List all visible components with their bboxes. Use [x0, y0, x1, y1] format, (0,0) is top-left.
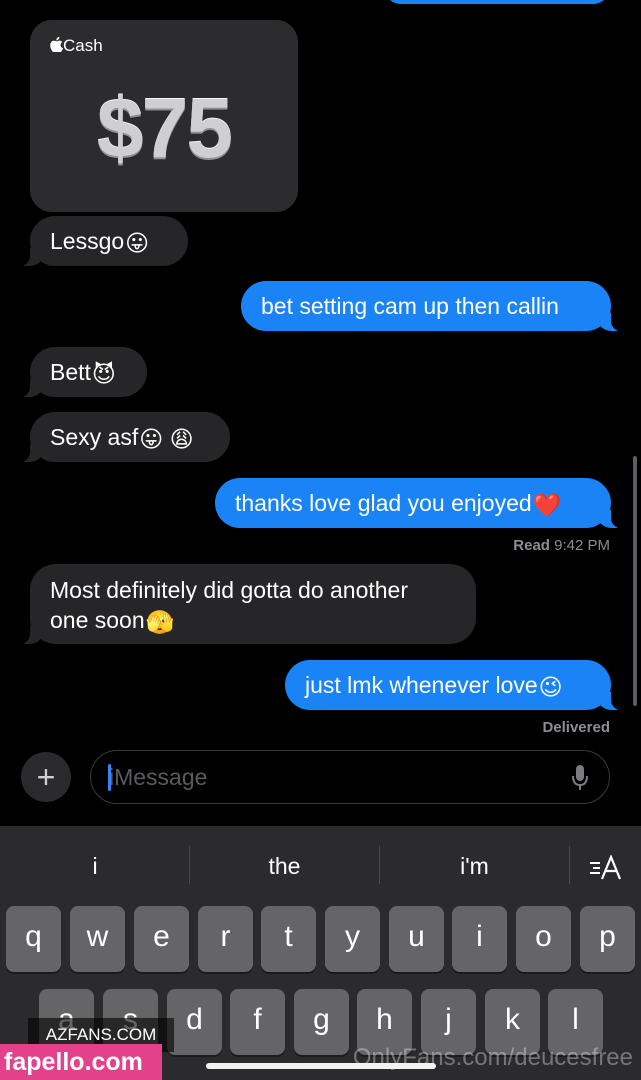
message-text: bet setting cam up then callin — [261, 293, 559, 319]
scroll-indicator[interactable] — [633, 456, 637, 706]
text-format-icon — [590, 854, 622, 880]
apple-icon — [50, 36, 64, 53]
key-e[interactable]: e — [134, 906, 189, 972]
message-input[interactable]: iMessage — [90, 750, 610, 804]
tongue-weary-emoji: 😛 😩 — [139, 425, 194, 452]
outgoing-message[interactable]: just lmk whenever love😉 — [285, 660, 621, 710]
outgoing-message[interactable]: thanks love glad you enjoyed❤️ — [215, 478, 621, 528]
cash-amount: $75 — [96, 81, 233, 175]
fapello-watermark: fapello.com — [0, 1044, 162, 1080]
input-placeholder: iMessage — [109, 764, 208, 790]
read-receipt: Read 9:42 PM — [513, 537, 610, 554]
read-label: Read — [513, 537, 550, 554]
plus-icon: + — [36, 759, 56, 795]
messages-screen: Cash $75 Lessgo😛 bet setting cam up then… — [0, 0, 641, 1080]
message-text-line-2: one soon🫣 — [50, 605, 456, 637]
wink-emoji: 😉 — [538, 673, 563, 700]
cash-brand-text: Cash — [63, 36, 103, 55]
suggestion-2[interactable]: the — [190, 846, 379, 886]
key-q[interactable]: q — [6, 906, 61, 972]
incoming-message[interactable]: Most definitely did gotta do another one… — [20, 564, 476, 644]
delivered-status: Delivered — [542, 719, 610, 736]
message-text-line: Most definitely did gotta do another — [50, 577, 409, 603]
apps-plus-button[interactable]: + — [21, 752, 71, 802]
message-text: thanks love glad you enjoyed — [235, 490, 532, 516]
incoming-message[interactable]: Lessgo😛 — [20, 216, 188, 266]
key-f[interactable]: f — [230, 989, 285, 1055]
message-text: Lessgo — [50, 228, 125, 254]
suggestion-divider — [569, 846, 570, 884]
key-t[interactable]: t — [261, 906, 316, 972]
apple-cash-card[interactable]: Cash $75 — [30, 20, 298, 212]
key-i[interactable]: i — [452, 906, 507, 972]
cash-brand: Cash — [50, 36, 103, 56]
key-u[interactable]: u — [389, 906, 444, 972]
suggestion-3[interactable]: i'm — [380, 846, 569, 886]
message-text: Sexy asf — [50, 424, 139, 450]
incoming-message[interactable]: Sexy asf😛 😩 — [20, 412, 230, 462]
mic-icon[interactable] — [571, 764, 589, 792]
tongue-emoji: 😛 — [125, 229, 150, 256]
heart-emoji: ❤️ — [532, 491, 562, 518]
key-r[interactable]: r — [198, 906, 253, 972]
read-time: 9:42 PM — [554, 537, 610, 554]
message-text: just lmk whenever love — [305, 672, 538, 698]
key-y[interactable]: y — [325, 906, 380, 972]
message-text: Bett — [50, 359, 91, 385]
key-d[interactable]: d — [167, 989, 222, 1055]
text-cursor — [108, 764, 111, 791]
outgoing-message[interactable]: bet setting cam up then callin — [241, 281, 621, 331]
incoming-message[interactable]: Bett😈 — [20, 347, 147, 397]
key-g[interactable]: g — [294, 989, 349, 1055]
message-text: one soon — [50, 607, 145, 633]
peeking-emoji: 🫣 — [145, 608, 175, 635]
key-p[interactable]: p — [580, 906, 635, 972]
suggestion-1[interactable]: i — [0, 846, 190, 886]
text-format-button[interactable] — [576, 846, 636, 886]
key-o[interactable]: o — [516, 906, 571, 972]
devil-emoji: 😈 — [91, 360, 116, 387]
previous-outgoing-bubble[interactable] — [384, 0, 610, 4]
home-indicator[interactable] — [206, 1063, 436, 1069]
key-w[interactable]: w — [70, 906, 125, 972]
